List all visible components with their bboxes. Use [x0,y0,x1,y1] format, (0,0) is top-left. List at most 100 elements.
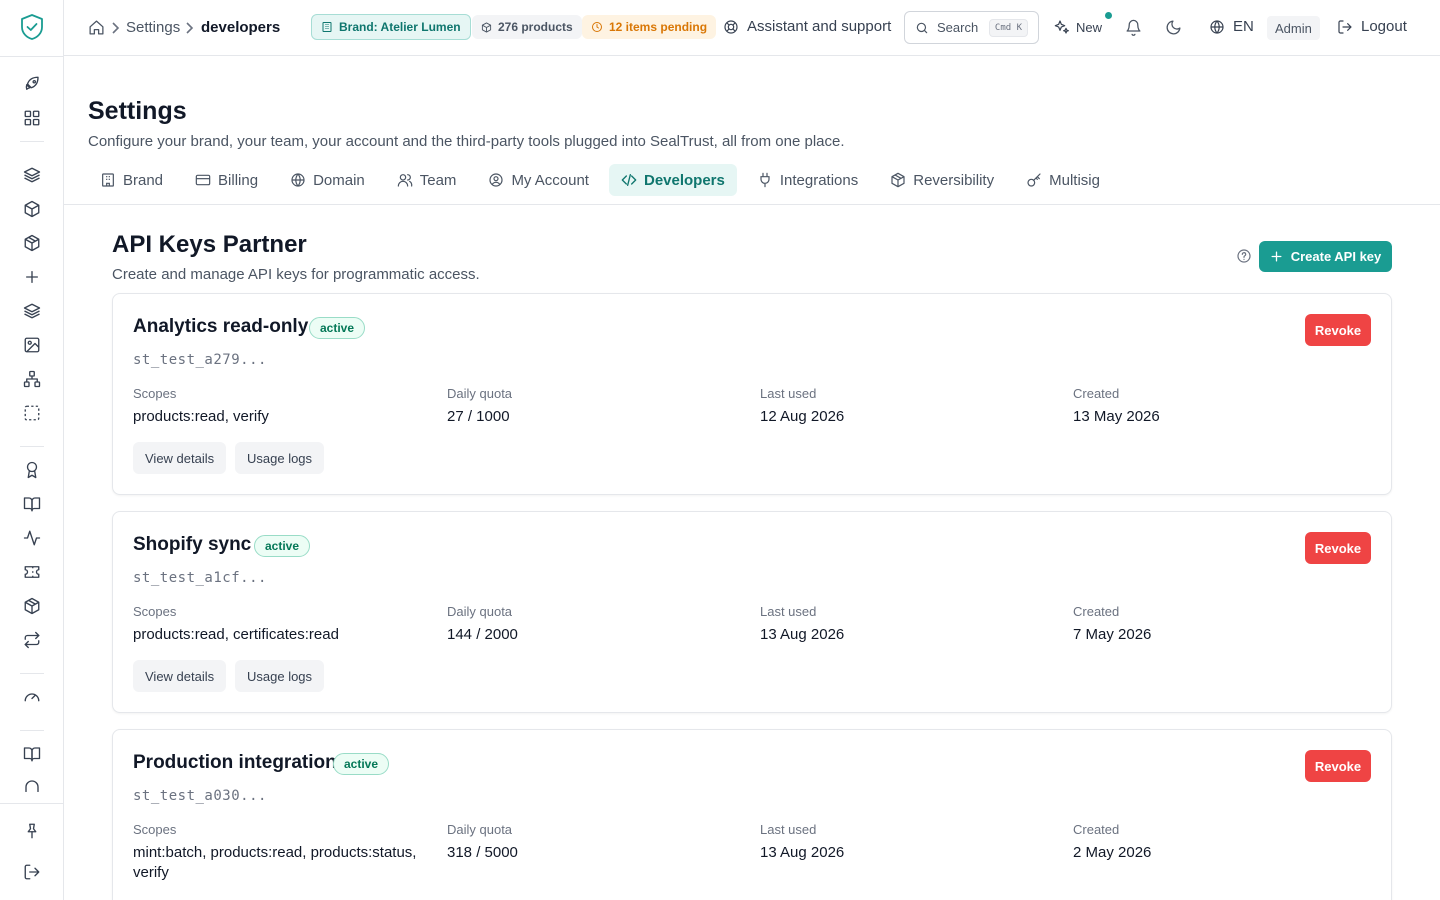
package-icon[interactable] [22,233,42,253]
brand-pill-label: Brand: Atelier Lumen [339,20,461,34]
scopes-label: Scopes [133,822,177,837]
layers-icon[interactable] [22,165,42,185]
key-icon [1026,172,1042,188]
api-key-card: Shopify sync active st_test_a1cf... Revo… [112,511,1392,713]
hierarchy-icon[interactable] [22,369,42,389]
log-out-icon[interactable] [22,862,42,882]
tab-brand[interactable]: Brand [88,164,175,196]
created-value: 2 May 2026 [1073,844,1152,861]
last-used-label: Last used [760,386,817,401]
dashed-square-icon[interactable] [22,403,42,423]
home-icon[interactable] [88,19,105,36]
quota-value: 144 / 2000 [447,626,518,643]
tab-billing[interactable]: Billing [183,164,270,196]
activity-icon[interactable] [22,528,42,548]
user-circle-icon [488,172,504,188]
status-badge: active [254,535,311,557]
sealtrust-logo-icon[interactable] [20,13,44,41]
revoke-button[interactable]: Revoke [1305,750,1371,782]
logout-button[interactable]: Logout [1337,18,1407,35]
award-icon[interactable] [22,460,42,480]
book-open-icon[interactable] [22,494,42,514]
cube-icon[interactable] [22,596,42,616]
scopes-label: Scopes [133,386,177,401]
tab-label: Multisig [1049,171,1100,189]
stack-icon[interactable] [22,301,42,321]
api-key-name: Analytics read-only [133,316,309,337]
rocket-icon[interactable] [22,74,42,94]
plug-icon [757,172,773,188]
sidebar-divider [20,446,44,447]
create-api-key-button[interactable]: Create API key [1259,241,1392,272]
language-selector[interactable]: EN [1209,18,1254,35]
repeat-icon[interactable] [22,630,42,650]
tab-reversibility[interactable]: Reversibility [878,164,1006,196]
usage-logs-button[interactable]: Usage logs [235,442,325,474]
last-used-value: 13 Aug 2026 [760,844,845,861]
moon-icon[interactable] [1165,19,1182,36]
breadcrumb-settings[interactable]: Settings [126,19,180,36]
tab-label: Team [419,171,457,189]
tab-label: Domain [313,171,365,189]
new-indicator-dot [1105,12,1112,19]
building-icon [100,172,116,188]
pin-icon[interactable] [22,821,42,841]
create-api-key-label: Create API key [1290,249,1382,264]
plus-icon[interactable] [22,267,42,287]
scopes-label: Scopes [133,604,177,619]
new-features-label: New [1076,19,1103,35]
pending-pill[interactable]: 12 items pending [582,15,717,39]
gauge-icon[interactable] [22,687,42,707]
chevron-right-icon [110,22,120,34]
globe-icon [290,172,306,188]
page-title: Settings [88,97,187,125]
tab-integrations[interactable]: Integrations [745,164,870,196]
last-used-label: Last used [760,822,817,837]
settings-tabs: Brand Billing Domain Team My Account Dev… [88,164,1112,196]
book-icon[interactable] [22,744,42,764]
created-label: Created [1073,822,1120,837]
quota-label: Daily quota [447,822,513,837]
tab-multisig[interactable]: Multisig [1014,164,1112,196]
tab-my-account[interactable]: My Account [476,164,601,196]
ticket-icon[interactable] [22,562,42,582]
bell-icon[interactable] [1125,19,1142,36]
revoke-button[interactable]: Revoke [1305,532,1371,564]
search-button[interactable]: Search Cmd K [904,11,1039,44]
api-key-prefix: st_test_a030... [133,788,267,804]
products-pill-label: 276 products [498,20,573,34]
new-features-button[interactable]: New [1054,19,1102,35]
tab-label: Reversibility [913,171,995,189]
status-badge: active [333,753,390,775]
search-icon [915,21,929,35]
view-details-button[interactable]: View details [133,660,227,692]
sidebar [0,0,64,900]
image-icon[interactable] [22,335,42,355]
api-key-prefix: st_test_a1cf... [133,570,267,586]
help-circle-icon[interactable] [1236,248,1252,264]
view-details-button[interactable]: View details [133,442,227,474]
headphones-icon[interactable] [22,778,42,792]
assistant-support-link[interactable]: Assistant and support [723,18,891,35]
sparkles-icon [1054,19,1070,35]
api-key-card: Analytics read-only active st_test_a279.… [112,293,1392,495]
usage-logs-button[interactable]: Usage logs [235,660,325,692]
role-badge: Admin [1267,16,1320,40]
dashboard-icon[interactable] [22,108,42,128]
api-key-name: Shopify sync [133,534,252,555]
scopes-value: mint:batch, products:read, products:stat… [133,844,417,881]
pending-pill-label: 12 items pending [609,20,708,34]
tab-domain[interactable]: Domain [278,164,377,196]
tab-developers[interactable]: Developers [608,164,737,196]
tab-team[interactable]: Team [385,164,469,196]
last-used-value: 12 Aug 2026 [760,408,845,425]
products-pill[interactable]: 276 products [472,15,582,39]
tab-label: Developers [643,171,725,189]
chevron-right-icon [184,22,194,34]
brand-pill[interactable]: Brand: Atelier Lumen [311,14,471,40]
revoke-button[interactable]: Revoke [1305,314,1371,346]
quota-label: Daily quota [447,386,513,401]
search-shortcut: Cmd K [988,18,1028,37]
box-icon[interactable] [22,199,42,219]
sidebar-divider [0,803,64,804]
